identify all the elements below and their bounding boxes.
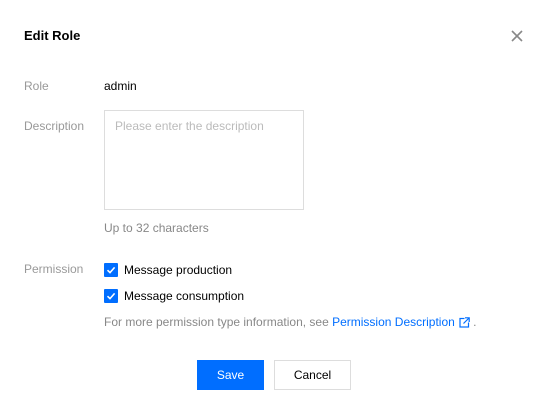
permission-checkbox-message-production[interactable]: Message production: [104, 262, 232, 278]
role-value: admin: [104, 79, 137, 93]
save-button[interactable]: Save: [197, 360, 264, 390]
checkbox-checked[interactable]: [104, 263, 118, 277]
cancel-button[interactable]: Cancel: [274, 360, 351, 390]
external-link-icon[interactable]: [459, 317, 470, 328]
description-label: Description: [24, 119, 85, 133]
description-hint: Up to 32 characters: [104, 221, 209, 235]
info-suffix: .: [469, 315, 477, 329]
close-icon: [511, 30, 523, 42]
checkmark-icon: [106, 266, 116, 274]
permission-checkbox-message-consumption[interactable]: Message consumption: [104, 288, 244, 304]
permission-label: Permission: [24, 262, 84, 276]
permission-option-label: Message production: [124, 263, 233, 277]
permission-option-label: Message consumption: [124, 289, 245, 303]
edit-role-dialog: Edit Role Role admin Description Up to 3…: [0, 0, 549, 415]
checkmark-icon: [106, 292, 116, 300]
description-input[interactable]: [104, 110, 304, 210]
dialog-title: Edit Role: [24, 28, 81, 43]
permission-info-text: For more permission type information, se…: [104, 314, 476, 330]
info-prefix: For more permission type information, se…: [104, 315, 333, 329]
permission-description-link[interactable]: Permission Description: [332, 315, 455, 329]
role-label: Role: [24, 79, 49, 93]
checkbox-checked[interactable]: [104, 289, 118, 303]
close-button[interactable]: [508, 27, 526, 45]
